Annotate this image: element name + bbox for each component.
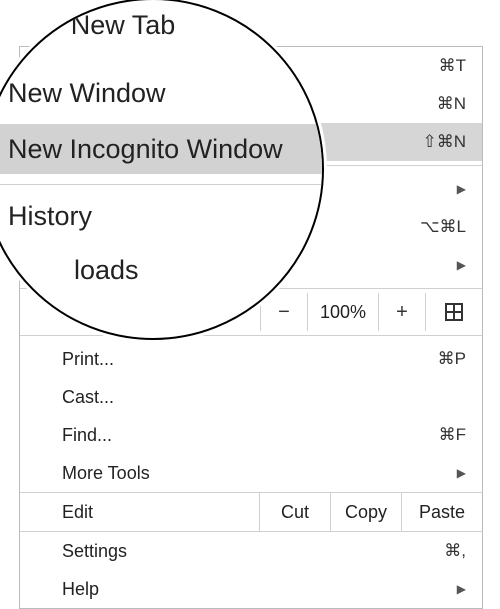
magnifier-lens: New Tab New Window New Incognito Window … bbox=[0, 0, 324, 340]
cut-label: Cut bbox=[281, 502, 309, 523]
lens-label: New Incognito Window bbox=[8, 134, 283, 165]
menu-label: Settings bbox=[62, 541, 444, 562]
zoom-in-button[interactable]: + bbox=[379, 293, 426, 331]
zoom-percent-text: 100% bbox=[320, 302, 366, 323]
menu-label: Cast... bbox=[62, 387, 466, 408]
menu-item-help[interactable]: Help ▶ bbox=[20, 570, 482, 608]
edit-cut-button[interactable]: Cut bbox=[260, 493, 331, 531]
lens-item-new-incognito-window: New Incognito Window bbox=[0, 124, 322, 174]
menu-shortcut: ⇧⌘N bbox=[422, 132, 466, 152]
menu-item-settings[interactable]: Settings ⌘, bbox=[20, 532, 482, 570]
menu-item-edit: Edit Cut Copy Paste bbox=[20, 492, 482, 532]
menu-label: Print... bbox=[62, 349, 438, 370]
menu-label: Find... bbox=[62, 425, 439, 446]
fullscreen-button[interactable] bbox=[426, 293, 482, 331]
edit-copy-button[interactable]: Copy bbox=[331, 493, 402, 531]
submenu-arrow-icon: ▶ bbox=[457, 258, 466, 272]
menu-shortcut: ⌥⌘L bbox=[420, 217, 466, 237]
menu-item-find[interactable]: Find... ⌘F bbox=[20, 416, 482, 454]
menu-item-more-tools[interactable]: More Tools ▶ bbox=[20, 454, 482, 492]
submenu-arrow-icon: ▶ bbox=[457, 466, 466, 480]
menu-label: Help bbox=[62, 579, 449, 600]
menu-shortcut: ⌘F bbox=[439, 425, 466, 445]
edit-paste-button[interactable]: Paste bbox=[402, 493, 482, 531]
menu-shortcut: ⌘N bbox=[437, 94, 466, 114]
menu-item-cast[interactable]: Cast... bbox=[20, 378, 482, 416]
menu-item-print[interactable]: Print... ⌘P bbox=[20, 340, 482, 378]
zoom-level: 100% bbox=[308, 293, 379, 331]
lens-item-downloads: loads bbox=[0, 245, 322, 295]
fullscreen-icon bbox=[445, 303, 463, 321]
lens-item-history: History bbox=[0, 191, 322, 241]
lens-label: New Tab bbox=[71, 10, 176, 41]
lens-item-new-window: New Window bbox=[0, 68, 322, 118]
submenu-arrow-icon: ▶ bbox=[457, 582, 466, 596]
menu-label: More Tools bbox=[62, 463, 449, 484]
menu-label: Edit bbox=[62, 502, 93, 523]
lens-label: History bbox=[8, 201, 92, 232]
submenu-arrow-icon: ▶ bbox=[457, 182, 466, 196]
paste-label: Paste bbox=[419, 502, 465, 523]
copy-label: Copy bbox=[345, 502, 387, 523]
lens-label: New Window bbox=[8, 78, 166, 109]
menu-shortcut: ⌘T bbox=[439, 56, 466, 76]
menu-shortcut: ⌘, bbox=[444, 541, 466, 561]
zoom-out-button[interactable]: − bbox=[261, 293, 308, 331]
menu-shortcut: ⌘P bbox=[438, 349, 466, 369]
plus-icon: + bbox=[396, 301, 408, 324]
lens-item-new-tab: New Tab bbox=[0, 0, 322, 50]
lens-label: loads bbox=[74, 255, 139, 286]
edit-label: Edit bbox=[20, 493, 260, 531]
menu-separator bbox=[20, 335, 482, 336]
minus-icon: − bbox=[278, 301, 290, 324]
